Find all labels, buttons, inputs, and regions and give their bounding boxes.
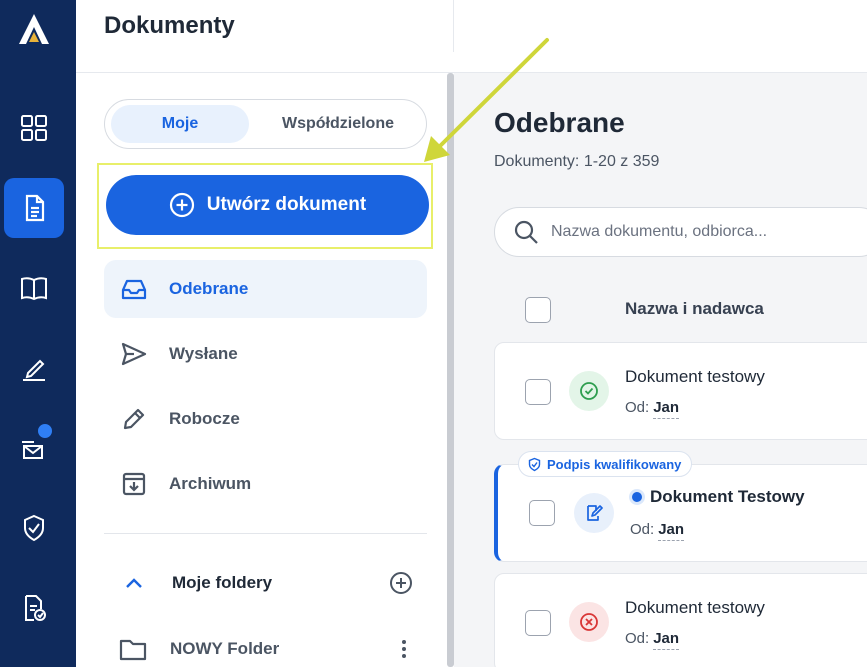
- top-bar-divider: [453, 0, 454, 52]
- folder-label: NOWY Folder: [170, 639, 280, 658]
- rejected-status-icon: [569, 602, 609, 642]
- annotation-highlight-box: Utwórz dokument: [97, 163, 433, 249]
- row-checkbox[interactable]: [525, 379, 551, 405]
- documents-list-panel: Odebrane Dokumenty: 1-20 z 359 Nazwa i n…: [454, 73, 867, 667]
- sender-name[interactable]: Jan: [658, 521, 685, 541]
- rail-dashboard-button[interactable]: [4, 98, 64, 158]
- pencil-icon: [119, 404, 149, 434]
- column-header-name[interactable]: Nazwa i nadawca: [625, 299, 764, 319]
- certificate-icon: [24, 514, 44, 542]
- my-folders-title: Moje foldery: [172, 573, 273, 592]
- select-all-checkbox[interactable]: [525, 297, 551, 323]
- chevron-up-icon[interactable]: [122, 571, 146, 595]
- sidebar-item-label: Robocze: [169, 409, 240, 428]
- list-title: Odebrane: [494, 107, 625, 138]
- rail-documents-button[interactable]: [4, 178, 64, 238]
- documents-count: Dokumenty: 1-20 z 359: [494, 153, 660, 170]
- sender-label: Od:: [625, 630, 650, 647]
- document-sender: Od: Jan: [630, 521, 685, 541]
- signed-status-icon: [569, 371, 609, 411]
- search-icon: [514, 220, 538, 244]
- rail-inbox-ai-button[interactable]: [4, 418, 64, 478]
- document-sender: Od: Jan: [625, 630, 680, 650]
- sidebar-item-label: Archiwum: [169, 474, 252, 493]
- more-vertical-icon[interactable]: [401, 639, 407, 659]
- sidebar-item-label: Odebrane: [169, 279, 249, 298]
- document-name[interactable]: Dokument Testowy: [650, 487, 805, 507]
- app-rail: [0, 0, 76, 667]
- award-icon: [528, 457, 541, 471]
- rail-library-button[interactable]: [4, 258, 64, 318]
- app-logo[interactable]: [14, 10, 54, 50]
- grid-icon: [21, 115, 47, 141]
- document-name[interactable]: Dokument testowy: [625, 598, 765, 618]
- sidebar-item-archive[interactable]: Archiwum: [104, 455, 427, 513]
- row-checkbox[interactable]: [525, 610, 551, 636]
- sidebar-item-label: Wysłane: [169, 344, 238, 363]
- my-folders-header[interactable]: Moje foldery: [104, 563, 427, 603]
- book-icon: [21, 277, 47, 301]
- create-document-label: Utwórz dokument: [206, 194, 367, 215]
- sparkle-badge-icon: [36, 422, 54, 440]
- to-sign-status-icon: [574, 493, 614, 533]
- folder-icon: [119, 639, 147, 661]
- sender-label: Od:: [630, 521, 655, 538]
- signature-pen-icon: [23, 359, 45, 381]
- unread-indicator: [632, 492, 642, 502]
- create-document-button[interactable]: Utwórz dokument: [106, 175, 429, 235]
- document-row-selected[interactable]: Dokument Testowy Od: Jan: [494, 464, 867, 562]
- rail-document-check-button[interactable]: [4, 578, 64, 638]
- search-box[interactable]: [494, 207, 867, 257]
- send-icon: [119, 339, 149, 369]
- sidebar-item-drafts[interactable]: Robocze: [104, 390, 427, 448]
- top-bar: Dokumenty: [76, 0, 867, 73]
- ownership-toggle: Moje Współdzielone: [104, 99, 427, 149]
- document-icon: [25, 194, 45, 222]
- document-row[interactable]: Dokument testowy Od: Jan: [494, 342, 867, 440]
- document-check-icon: [25, 595, 46, 621]
- sidebar-divider: [104, 533, 427, 534]
- documents-sidebar: Moje Współdzielone Utwórz dokument Odebr…: [84, 73, 448, 667]
- document-row[interactable]: Dokument testowy Od: Jan: [494, 573, 867, 667]
- sidebar-item-sent[interactable]: Wysłane: [104, 325, 427, 383]
- plus-circle-icon: [169, 192, 194, 218]
- tab-shared[interactable]: Współdzielone: [255, 105, 421, 143]
- rail-certificate-button[interactable]: [4, 498, 64, 558]
- sender-label: Od:: [625, 399, 650, 416]
- sender-name[interactable]: Jan: [653, 630, 680, 650]
- folder-item[interactable]: NOWY Folder: [104, 629, 427, 667]
- sidebar-item-received[interactable]: Odebrane: [104, 260, 427, 318]
- sidebar-scrollbar[interactable]: [447, 73, 454, 667]
- qualified-signature-badge: Podpis kwalifikowany: [518, 451, 693, 477]
- inbox-icon: [119, 274, 149, 304]
- page-title: Dokumenty: [104, 12, 235, 39]
- qualified-signature-label: Podpis kwalifikowany: [547, 456, 682, 472]
- search-input[interactable]: [551, 223, 851, 241]
- sender-name[interactable]: Jan: [653, 399, 680, 419]
- row-checkbox[interactable]: [529, 500, 555, 526]
- rail-sign-button[interactable]: [4, 338, 64, 398]
- document-name[interactable]: Dokument testowy: [625, 367, 765, 387]
- archive-icon: [119, 469, 149, 499]
- tab-mine[interactable]: Moje: [111, 105, 249, 143]
- document-sender: Od: Jan: [625, 399, 680, 419]
- add-folder-icon[interactable]: [389, 571, 413, 595]
